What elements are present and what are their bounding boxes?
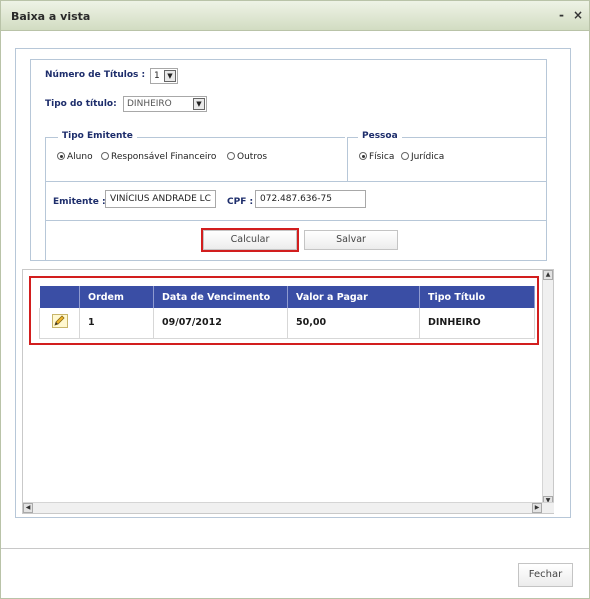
divider [45,220,547,221]
calcular-highlight [201,228,299,252]
radio-aluno-label: Aluno [67,152,93,162]
num-titulos-label: Número de Títulos : [45,70,146,80]
radio-juridica-label: Jurídica [411,152,445,162]
horizontal-scrollbar[interactable]: ◀ ▶ [23,502,554,513]
chevron-down-icon: ▼ [164,70,176,82]
divider [45,181,547,182]
chevron-down-icon: ▼ [193,98,205,110]
num-titulos-select[interactable]: 1 ▼ [150,68,178,84]
close-icon[interactable]: × [573,8,583,22]
tipo-titulo-label: Tipo do título: [45,99,117,109]
cpf-field[interactable]: 072.487.636-75 [255,190,366,208]
radio-responsavel-label: Responsável Financeiro [111,152,217,162]
content-panel: Número de Títulos : 1 ▼ Tipo do título: … [15,48,571,518]
results-grid: Ordem Data de Vencimento Valor a Pagar T… [22,269,554,514]
radio-checked-icon [359,152,367,160]
cpf-label: CPF : [227,197,254,207]
tipo-titulo-select[interactable]: DINHEIRO ▼ [123,96,207,112]
dialog-title: Baixa a vista [11,10,91,23]
num-titulos-value: 1 [154,71,160,81]
radio-checked-icon [57,152,65,160]
dialog-window: Baixa a vista - × Número de Títulos : 1 … [0,0,590,599]
radio-unchecked-icon [101,152,109,160]
emitente-field[interactable]: VINÍCIUS ANDRADE LC [105,190,216,208]
pessoa-legend: Pessoa [358,131,402,141]
table-highlight [29,276,539,345]
radio-responsavel[interactable]: Responsável Financeiro [101,152,216,162]
tipo-emitente-legend: Tipo Emitente [58,131,137,141]
radio-unchecked-icon [401,152,409,160]
vertical-scrollbar[interactable]: ▲ ▼ [542,270,553,506]
footer-divider [1,548,589,549]
emitente-label: Emitente : [53,197,106,207]
radio-unchecked-icon [227,152,235,160]
form-panel: Número de Títulos : 1 ▼ Tipo do título: … [30,59,547,261]
scroll-up-icon[interactable]: ▲ [543,270,553,280]
radio-outros-label: Outros [237,152,268,162]
tipo-titulo-value: DINHEIRO [127,99,172,109]
scroll-right-icon[interactable]: ▶ [532,503,542,513]
salvar-button[interactable]: Salvar [304,230,398,250]
radio-outros[interactable]: Outros [227,152,267,162]
radio-aluno[interactable]: Aluno [57,152,93,162]
radio-fisica[interactable]: Física [359,152,394,162]
minimize-icon[interactable]: - [559,8,564,22]
scroll-left-icon[interactable]: ◀ [23,503,33,513]
radio-fisica-label: Física [369,152,395,162]
divider [45,181,46,261]
fechar-button[interactable]: Fechar [518,563,573,587]
dialog-titlebar[interactable]: Baixa a vista - × [1,1,589,31]
radio-juridica[interactable]: Jurídica [401,152,444,162]
